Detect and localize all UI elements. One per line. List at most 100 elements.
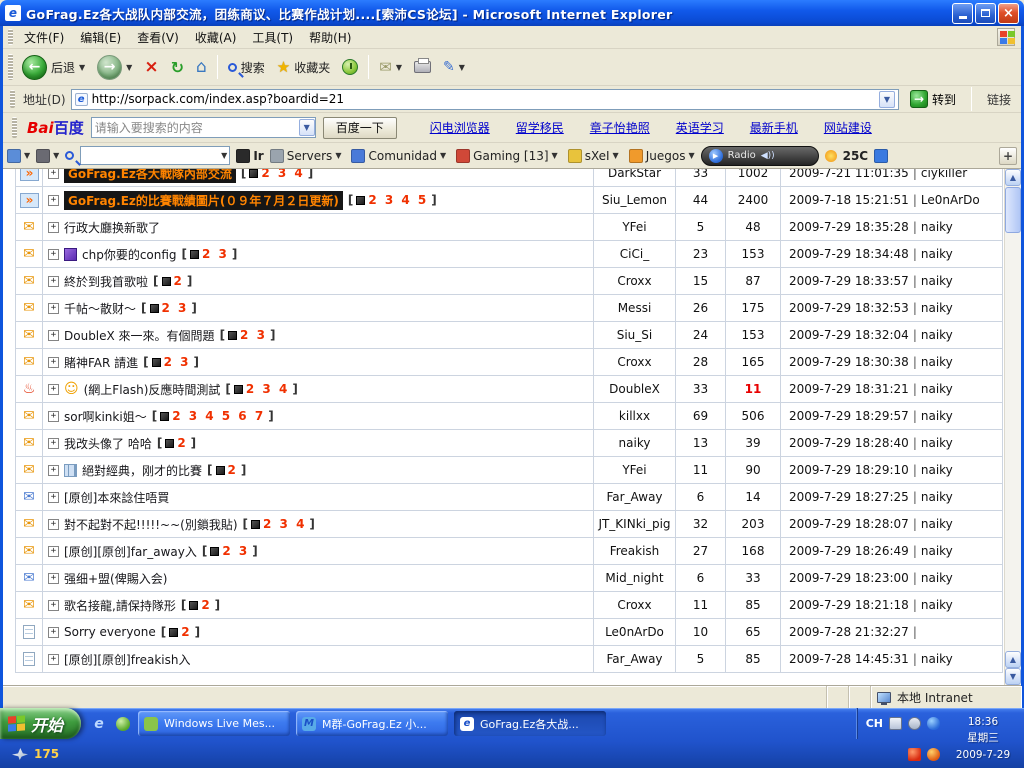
last-poster-link[interactable]: naiky	[921, 328, 953, 342]
thread-title-link[interactable]: 對不起對不起!!!!!~~(別鎖我貼)	[64, 516, 238, 533]
last-poster-link[interactable]: Le0nArDo	[921, 193, 980, 207]
home-button[interactable]: ⌂	[190, 54, 213, 80]
search-button[interactable]: 搜索	[222, 56, 271, 79]
thread-pages[interactable]: [ 2 3 ]	[143, 355, 199, 369]
toolbar-grip[interactable]	[10, 90, 15, 108]
thread-author[interactable]: Siu_Lemon	[594, 187, 676, 213]
page-numbers[interactable]: 2 3 4	[261, 169, 304, 180]
page-numbers[interactable]: 2 3 4 5	[368, 193, 428, 207]
toolbar-item-sxei[interactable]: sXeI▼	[568, 149, 619, 163]
thread-author[interactable]: YFei	[594, 457, 676, 483]
thread-pages[interactable]: [ 2 3 4 ]	[241, 169, 313, 180]
thread-title-link[interactable]: GoFrag.Ez的比賽戰績圖片(０９年７月２日更新)	[64, 191, 343, 210]
taskbar-task-button[interactable]: eGoFrag.Ez各大战...	[454, 711, 606, 736]
print-button[interactable]	[408, 58, 437, 76]
last-poster-link[interactable]: naiky	[921, 247, 953, 261]
scroll-up-button-bottom[interactable]: ▲	[1005, 651, 1021, 668]
expand-toggle[interactable]: +	[48, 627, 59, 638]
expand-toggle[interactable]: +	[48, 519, 59, 530]
last-poster-link[interactable]: naiky	[921, 220, 953, 234]
thread-pages[interactable]: [ 2 3 4 5 6 7 ]	[152, 409, 274, 423]
toolbar-grip[interactable]	[12, 117, 17, 137]
thread-author[interactable]: Siu_Si	[594, 322, 676, 348]
close-button[interactable]: ×	[998, 3, 1019, 24]
pigeon-icon[interactable]	[10, 744, 30, 764]
thread-title-link[interactable]: [原创][原创]far_away入	[64, 543, 197, 560]
expand-toggle[interactable]: +	[48, 600, 59, 611]
shield-menu-button[interactable]: ▼	[36, 149, 59, 163]
volume-icon[interactable]: ◀))	[761, 151, 775, 161]
quicklaunch-ie-icon[interactable]: e	[89, 714, 109, 734]
mail-button[interactable]: ✉ ▼	[373, 55, 408, 79]
thread-author[interactable]: Croxx	[594, 268, 676, 294]
expand-toggle[interactable]: +	[48, 195, 59, 206]
tray-icon-orange[interactable]	[927, 748, 940, 761]
thread-title-link[interactable]: [原创][原创]freakish入	[64, 651, 191, 668]
language-indicator[interactable]: CH	[866, 717, 883, 730]
quicklaunch-msn-icon[interactable]	[113, 714, 133, 734]
thread-pages[interactable]: [ 2 3 4 ]	[225, 382, 297, 396]
thread-title-link[interactable]: Sorry everyone	[64, 625, 156, 639]
expand-toggle[interactable]: +	[48, 249, 59, 260]
go-button[interactable]: → 转到	[904, 89, 962, 109]
page-numbers[interactable]: 2	[174, 274, 184, 288]
scrollbar-thumb[interactable]	[1005, 187, 1021, 233]
baidu-search-box[interactable]: ▼	[91, 117, 316, 138]
expand-toggle[interactable]: +	[48, 330, 59, 341]
scroll-down-button[interactable]: ▼	[1005, 668, 1021, 685]
last-poster-link[interactable]: naiky	[921, 571, 953, 585]
minimize-button[interactable]	[952, 3, 973, 24]
menu-item[interactable]: 查看(V)	[129, 26, 187, 49]
toolbar-item-gaming[interactable]: Gaming [13]▼	[456, 149, 558, 163]
thread-pages[interactable]: [ 2 3 4 5 ]	[348, 193, 437, 207]
menu-item[interactable]: 编辑(E)	[72, 26, 129, 49]
thread-title-link[interactable]: GoFrag.Ez各大戰隊內部交流	[64, 169, 236, 183]
toolbar-item-juegos[interactable]: Juegos▼	[629, 149, 695, 163]
thread-author[interactable]: naiky	[594, 430, 676, 456]
baidu-link[interactable]: 留学移民	[516, 119, 564, 136]
page-numbers[interactable]: 2 3	[222, 544, 249, 558]
edit-button[interactable]: ✎ ▼	[437, 56, 471, 78]
last-poster-link[interactable]: naiky	[921, 490, 953, 504]
thread-author[interactable]: Croxx	[594, 592, 676, 618]
toolbar-item-comunidad[interactable]: Comunidad▼	[351, 149, 446, 163]
taskbar-task-button[interactable]: Windows Live Mes...	[138, 711, 290, 736]
thread-title-link[interactable]: sor啊kinki姐～	[64, 408, 147, 425]
baidu-search-button[interactable]: 百度一下	[323, 117, 397, 139]
baidu-link[interactable]: 闪电浏览器	[430, 119, 490, 136]
page-numbers[interactable]: 2 3 4	[263, 517, 306, 531]
thread-author[interactable]: Mid_night	[594, 565, 676, 591]
volume-tray-icon[interactable]	[908, 717, 921, 730]
expand-toggle[interactable]: +	[48, 438, 59, 449]
expand-toggle[interactable]: +	[48, 492, 59, 503]
baidu-link[interactable]: 英语学习	[676, 119, 724, 136]
keyboard-icon[interactable]	[889, 717, 902, 730]
page-numbers[interactable]: 2 3 4 5 6 7	[172, 409, 265, 423]
baidu-logo[interactable]: Bai百度	[27, 117, 84, 138]
address-input[interactable]: e http://sorpack.com/index.asp?boardid=2…	[71, 89, 899, 110]
tray-icon-red[interactable]	[908, 748, 921, 761]
page-numbers[interactable]: 2 3	[240, 328, 267, 342]
thread-title-link[interactable]: 終於到我首歌啦	[64, 273, 148, 290]
page-numbers[interactable]: 2	[228, 463, 238, 477]
last-poster-link[interactable]: naiky	[921, 274, 953, 288]
temperature[interactable]: 25C	[843, 149, 869, 163]
favorites-button[interactable]: ★ 收藏夹	[271, 55, 336, 79]
page-numbers[interactable]: 2	[201, 598, 211, 612]
thread-author[interactable]: CiCi_	[594, 241, 676, 267]
baidu-search-dropdown[interactable]: ▼	[299, 119, 315, 136]
toolbar-search-input[interactable]: ▼	[80, 146, 230, 165]
toolbar-item-servers[interactable]: Servers▼	[270, 149, 342, 163]
play-icon[interactable]: ▶	[709, 149, 723, 163]
vertical-scrollbar[interactable]: ▲ ▲ ▼	[1004, 169, 1021, 685]
scroll-up-button[interactable]: ▲	[1005, 169, 1021, 186]
messenger-tray-icon[interactable]	[927, 717, 940, 730]
thread-author[interactable]: Far_Away	[594, 646, 676, 672]
address-dropdown[interactable]: ▼	[879, 91, 895, 108]
thread-pages[interactable]: [ 2 3 ]	[202, 544, 258, 558]
thread-title-link[interactable]: 行政大廳换新歌了	[64, 219, 160, 236]
thread-author[interactable]: JT_KINki_pig	[594, 511, 676, 537]
last-poster-link[interactable]: naiky	[921, 517, 953, 531]
expand-toggle[interactable]: +	[48, 465, 59, 476]
refresh-button[interactable]: ↻	[165, 55, 190, 80]
